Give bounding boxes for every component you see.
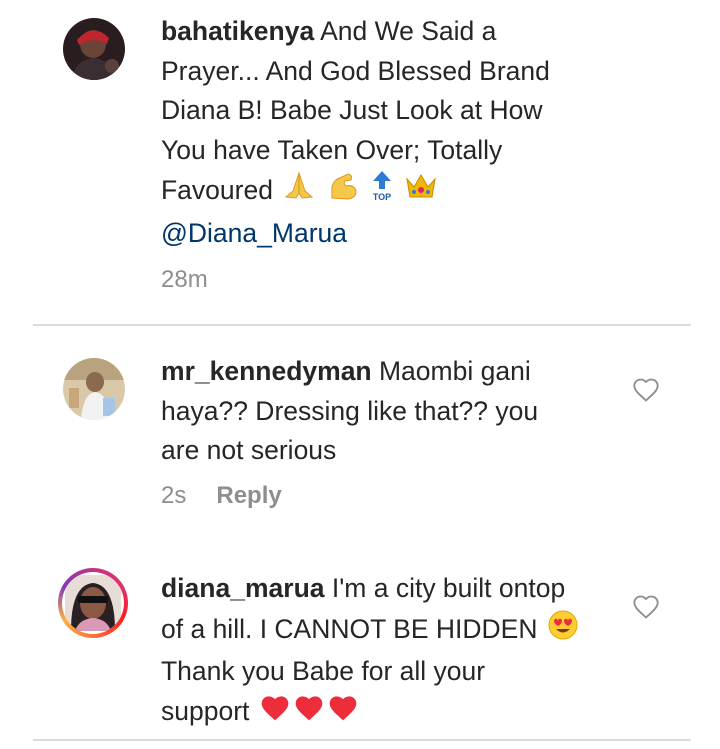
comment-meta: 2s Reply (161, 482, 282, 510)
comment-body-line: of a hill. I CANNOT BE HIDDEN (161, 613, 538, 644)
comment-diana-marua: diana_marua I'm a city built ontop of a … (0, 541, 720, 749)
comment-body-line: Favoured (161, 174, 273, 205)
comment-body-line: You have Taken Over; Totally (161, 134, 503, 165)
comment-bahatikenya: bahatikenya And We Said a Prayer... And … (0, 0, 720, 326)
avatar-image (62, 572, 124, 634)
comment-body-line: Maombi gani (371, 356, 531, 386)
comment-body-line: support (161, 695, 250, 726)
comment-body-line: haya?? Dressing like that?? you (161, 395, 539, 426)
comment-timestamp: 28m (161, 266, 208, 293)
divider (33, 739, 691, 741)
red-heart-icon (259, 692, 291, 734)
heart-eyes-icon (547, 609, 579, 653)
top-arrow-icon: TOP (369, 170, 395, 214)
comment-username[interactable]: mr_kennedyman (161, 356, 372, 386)
comment-body-line: Thank you Babe for all your (161, 656, 486, 686)
comment-text: bahatikenya And We Said a Prayer... And … (161, 12, 621, 253)
reply-button[interactable]: Reply (216, 482, 281, 510)
crown-icon (404, 171, 438, 213)
comment-username[interactable]: diana_marua (161, 573, 325, 603)
comment-text: mr_kennedyman Maombi gani haya?? Dressin… (161, 352, 621, 471)
top-label: TOP (373, 192, 391, 202)
flexed-biceps-icon (326, 171, 360, 213)
comment-body-line: are not serious (161, 435, 337, 465)
comment-username[interactable]: bahatikenya (161, 16, 314, 46)
comment-body-line: I'm a city built ontop (324, 573, 566, 603)
avatar[interactable] (63, 18, 125, 80)
comment-body-line: And We Said a (314, 16, 497, 46)
comment-meta: 28m (161, 266, 208, 294)
comment-timestamp: 2s (161, 482, 187, 509)
avatar[interactable] (58, 568, 128, 638)
comment-text: diana_marua I'm a city built ontop of a … (161, 569, 621, 733)
folded-hands-icon (282, 171, 316, 213)
comment-mr-kennedyman: mr_kennedyman Maombi gani haya?? Dressin… (0, 326, 720, 541)
comment-body-line: Prayer... And God Blessed Brand (161, 55, 550, 86)
like-heart-icon[interactable] (632, 593, 660, 621)
red-heart-icon (327, 692, 359, 734)
like-heart-icon[interactable] (632, 376, 660, 404)
comment-body-line: Diana B! Babe Just Look at How (161, 95, 543, 125)
mention-link[interactable]: @Diana_Marua (161, 218, 347, 248)
avatar[interactable] (63, 358, 125, 420)
red-heart-icon (293, 692, 325, 734)
